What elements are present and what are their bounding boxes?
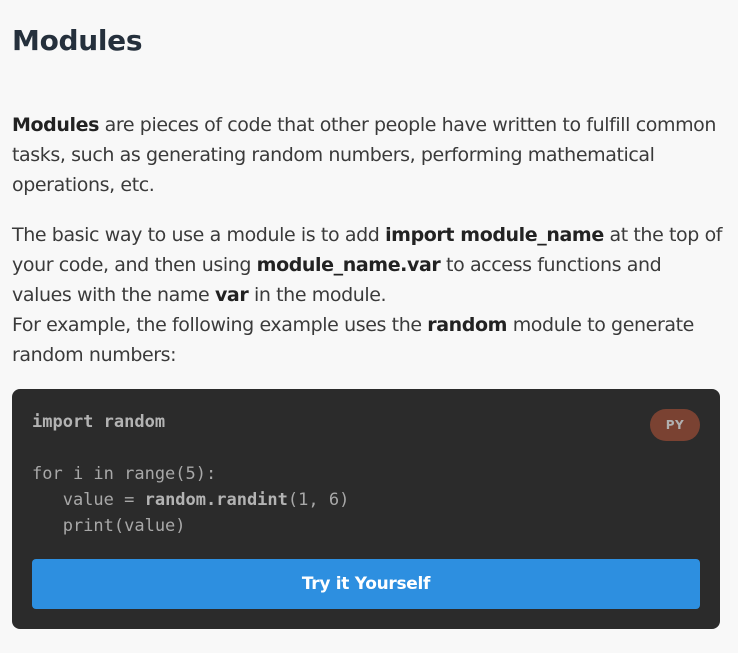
code-snippet[interactable]: import random for i in range(5): value = … <box>32 409 349 539</box>
usage-paragraph: The basic way to use a module is to add … <box>12 220 724 370</box>
import-term: import module_name <box>385 224 604 246</box>
example-text-1: For example, the following example uses … <box>12 314 428 336</box>
usage-text-4: in the module. <box>248 284 387 306</box>
code-assign-prefix: value = <box>32 490 145 510</box>
code-line-assign: value = random.randint(1, 6) <box>32 487 350 513</box>
intro-text: are pieces of code that other people hav… <box>12 114 717 196</box>
page-title: Modules <box>12 24 143 57</box>
var-term: var <box>214 284 249 306</box>
intro-paragraph: Modules are pieces of code that other pe… <box>12 110 724 200</box>
code-line-for: for i in range(5): <box>32 464 217 484</box>
modules-term: Modules <box>12 114 99 136</box>
module-var-term: module_name.var <box>256 254 441 276</box>
usage-text-1: The basic way to use a module is to add <box>12 224 386 246</box>
try-it-yourself-button[interactable]: Try it Yourself <box>32 559 700 609</box>
code-randint-call: random.randint <box>144 490 288 510</box>
random-term: random <box>427 314 508 336</box>
code-assign-args: (1, 6) <box>287 490 350 510</box>
language-badge: PY <box>650 409 700 441</box>
code-line-import: import random <box>32 412 166 432</box>
code-example-card: PY import random for i in range(5): value… <box>12 389 720 629</box>
lesson-page: Modules Modules are pieces of code that … <box>0 0 738 653</box>
code-line-print: print(value) <box>32 516 186 536</box>
